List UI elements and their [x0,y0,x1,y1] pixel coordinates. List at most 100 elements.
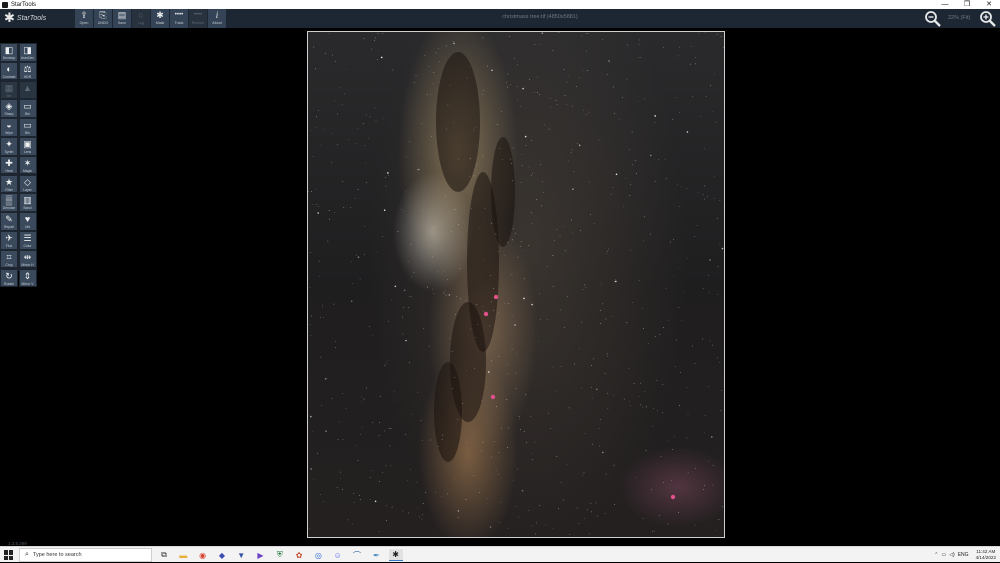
module-button-disabled[interactable]: ▲ [19,81,37,100]
star [351,300,353,302]
star [476,304,477,305]
zoom-in-button[interactable] [977,9,999,28]
startools-app-icon [2,2,8,8]
star [328,241,329,242]
star [600,419,601,420]
module-button-magic[interactable]: ✶Magic [19,156,37,175]
star [700,116,701,117]
mask-button[interactable]: ✱ Mask [151,9,169,28]
star [629,401,630,402]
taskbar-clock[interactable]: 11:42 AM 4/14/2022 [976,549,996,561]
star [434,227,435,228]
star [312,431,313,432]
log-button[interactable]: ○ Log [132,9,150,28]
star [418,392,419,393]
module-button-repair[interactable]: ✎Repair [0,212,18,231]
star [491,70,493,72]
startools-icon[interactable]: ✱ [389,549,403,561]
save-button[interactable]: ▤ Save [113,9,131,28]
open-button[interactable]: ⇪ Open [75,9,93,28]
app-v-icon[interactable]: ◆ [215,549,229,561]
star [714,74,715,75]
image-canvas[interactable] [307,31,725,538]
star [451,231,452,232]
star [449,294,451,296]
chrome-icon[interactable]: ◉ [196,549,210,561]
module-button-lens[interactable]: ▣Lens [19,137,37,156]
task-view-icon[interactable]: ⧉ [157,549,171,561]
module-button-crop[interactable]: ⌗Crop [0,250,18,269]
star [557,391,558,392]
module-button-contrast[interactable]: ◐Contrast [0,62,18,81]
star [668,524,669,525]
zoom-out-button[interactable] [922,9,944,28]
star [507,87,508,88]
module-button-flux[interactable]: ✈Flux [0,231,18,250]
volume-icon[interactable]: ◁) [949,552,955,558]
star [500,148,501,149]
star [596,389,598,391]
star [350,207,351,208]
app-shield-icon[interactable]: ▼ [234,549,248,561]
module-button-bin[interactable]: ▭Bin [19,118,37,137]
windows-start-button[interactable] [4,550,14,560]
module-button-autodev[interactable]: ◨AutoDev [19,43,37,62]
star [563,500,564,501]
module-button-life[interactable]: ♥Life [19,212,37,231]
module-button-rotate[interactable]: ↻Rotate [0,269,18,288]
module-button-mirror-v[interactable]: ⇕Mirror V [19,269,37,288]
module-button-color[interactable]: ☰Color [19,231,37,250]
module-button-synth[interactable]: ✦Synth [0,137,18,156]
star [717,358,718,359]
module-button-heal[interactable]: ✚Heal [0,156,18,175]
module-button-sharp[interactable]: ◈Sharp [0,99,18,118]
module-button-layer[interactable]: ◇Layer [19,175,37,194]
minimize-button[interactable]: — [934,0,956,9]
star [528,510,529,511]
star [482,400,483,401]
taskbar-search-input[interactable] [33,552,143,558]
module-button-denoise[interactable]: ▒Denoise [0,193,18,212]
star [650,234,651,235]
star [526,145,527,146]
star [639,280,640,281]
module-button-wipe[interactable]: ◒Wipe [0,118,18,137]
app-toolbar: ✱ StarTools ⇪ Open ⎘ UNDO ▤ Save ○ Log ✱… [0,9,1000,28]
paint-icon[interactable]: ✿ [292,549,306,561]
star [496,470,497,471]
taskbar-search[interactable]: ⌕ [19,548,152,562]
star [661,456,662,457]
app-feather-icon[interactable]: ✒ [369,549,383,561]
star [644,216,645,217]
undo-button[interactable]: ⎘ UNDO [94,9,112,28]
star [523,250,524,251]
security-icon[interactable]: ⛨ [273,549,287,561]
module-button-bin[interactable]: ▭Bin [19,99,37,118]
app-globe-icon[interactable]: ◎ [311,549,325,561]
star [442,439,443,440]
star [473,475,474,476]
restore-button[interactable]: •••• Restore [189,9,207,28]
close-button[interactable]: ✕ [978,0,1000,9]
discord-icon[interactable]: ☺ [331,549,345,561]
star [310,252,311,253]
media-player-icon[interactable]: ▶ [254,549,268,561]
module-button-develop[interactable]: ◧Develop [0,43,18,62]
module-button-hdr[interactable]: ⚖HDR [19,62,37,81]
input-language[interactable]: ENG [958,552,969,558]
start-tile-icon [4,550,8,555]
star [556,456,557,457]
file-explorer-icon[interactable]: ▬ [176,549,190,561]
track-button[interactable]: •••• Track [170,9,188,28]
tray-chevron-icon[interactable]: ⌃ [934,552,938,558]
about-button[interactable]: i About [208,9,226,28]
module-button-band[interactable]: ▥Band [19,193,37,212]
app-arc-icon[interactable]: ⌒ [350,549,364,561]
module-button-mirror-h[interactable]: ⇹Mirror H [19,250,37,269]
star [316,204,317,205]
module-button-filter[interactable]: ★Filter [0,175,18,194]
network-icon[interactable]: ▭ [941,552,946,558]
module-button-bin[interactable]: ▦Bin [0,81,18,100]
star [425,492,426,493]
maximize-button[interactable]: ❐ [956,0,978,9]
